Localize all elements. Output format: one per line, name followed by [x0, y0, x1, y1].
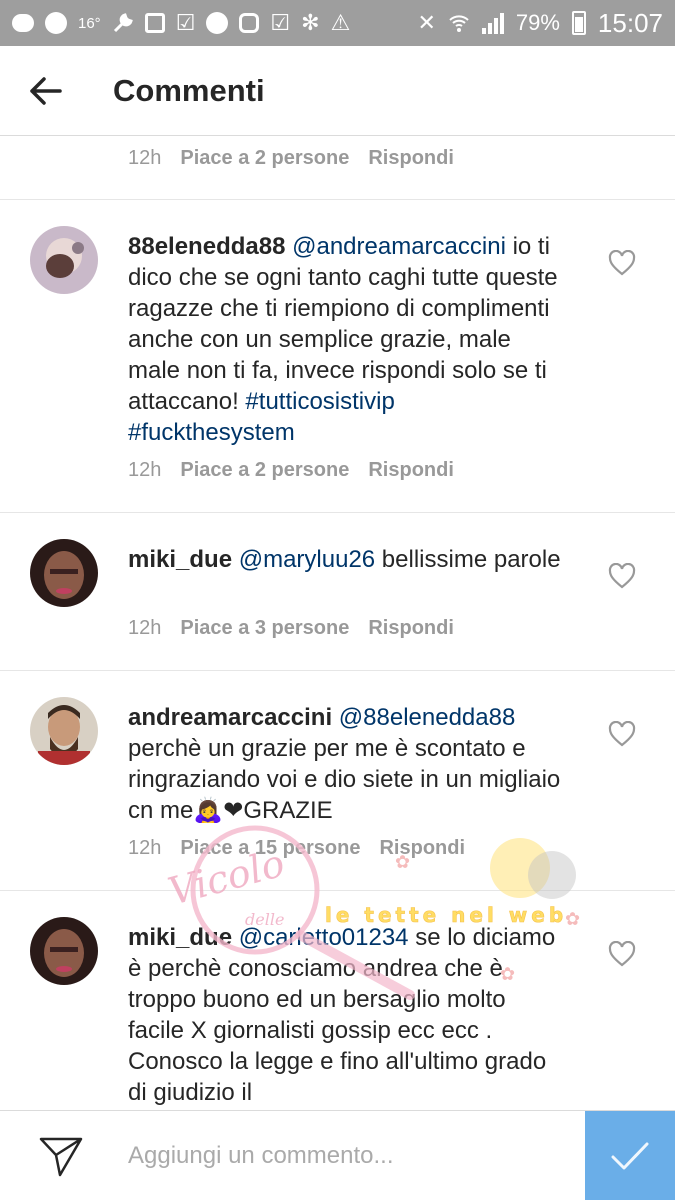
- comment-body: se lo diciamo è perchè conosciamo andrea…: [128, 924, 556, 1106]
- comment-text: miki_due @carletto01234 se lo diciamo è …: [128, 922, 568, 1108]
- chat-bubble-icon: [12, 14, 34, 32]
- reply-button[interactable]: Rispondi: [379, 837, 465, 860]
- arrow-left-icon: [30, 76, 62, 105]
- avatar[interactable]: [30, 539, 98, 607]
- comment-mention[interactable]: @88elenedda88: [339, 704, 516, 731]
- comment-username[interactable]: 88elenedda88: [128, 233, 285, 260]
- comment-item: miki_due @carletto01234 se lo diciamo è …: [0, 891, 675, 1110]
- comment-time: 12h: [128, 147, 162, 169]
- comment-input[interactable]: [128, 1131, 568, 1181]
- reply-button[interactable]: Rispondi: [368, 459, 454, 482]
- avatar[interactable]: [30, 697, 98, 765]
- temperature: 16°: [78, 14, 101, 32]
- comment-mention[interactable]: @andreamarcaccini: [292, 233, 506, 260]
- avatar[interactable]: [30, 917, 98, 985]
- comment-time: 12h: [128, 837, 162, 859]
- reply-button[interactable]: Rispondi: [368, 617, 454, 640]
- likes-count-link[interactable]: Piace a 2 persone: [180, 147, 349, 170]
- wrench-icon: [112, 12, 134, 34]
- comment-item: miki_due @maryluu26 bellissime parole 12…: [0, 513, 675, 671]
- mute-icon: ✕: [417, 10, 436, 35]
- checkmark-icon: [611, 1142, 649, 1170]
- likes-count-link[interactable]: Piace a 2 persone: [180, 459, 349, 482]
- comment-text: 88elenedda88 @andreamarcaccini io ti dic…: [128, 231, 568, 448]
- checklist-icon: ☑: [175, 10, 196, 35]
- gallery-icon: [144, 13, 165, 33]
- status-bar: 16° ☑ ☑ ✻ ⚠ ✕ 79% 15:07: [0, 0, 675, 46]
- comment-meta: 12h Piace a 2 persone Rispondi: [128, 147, 454, 170]
- comment-list[interactable]: 12h Piace a 2 persone Rispondi 88elenedd…: [0, 137, 675, 1110]
- warning-icon: ⚠: [330, 10, 351, 35]
- comment-time: 12h: [128, 459, 162, 481]
- heart-icon[interactable]: [608, 563, 636, 589]
- instagram-icon: [239, 13, 260, 33]
- back-button[interactable]: [0, 46, 90, 136]
- checklist-icon-2: ☑: [270, 10, 291, 35]
- comment-body: bellissime parole: [375, 546, 561, 573]
- comment-mention[interactable]: @carletto01234: [239, 924, 409, 951]
- comment-meta: 12h Piace a 3 persone Rispondi: [128, 617, 454, 640]
- comment-username[interactable]: miki_due: [128, 546, 232, 573]
- messenger-icon-2: [206, 12, 229, 34]
- reply-button[interactable]: Rispondi: [368, 147, 454, 170]
- likes-count-link[interactable]: Piace a 15 persone: [180, 837, 360, 860]
- submit-comment-button[interactable]: [585, 1111, 675, 1200]
- comment-time: 12h: [128, 617, 162, 639]
- clock: 15:07: [597, 7, 663, 38]
- comment-composer: [0, 1110, 675, 1200]
- heart-icon[interactable]: [608, 721, 636, 747]
- wifi-icon: [448, 12, 470, 34]
- comment-mention[interactable]: @maryluu26: [239, 546, 375, 573]
- header: Commenti: [0, 46, 675, 136]
- page-title: Commenti: [113, 72, 265, 108]
- comment-item: 88elenedda88 @andreamarcaccini io ti dic…: [0, 200, 675, 513]
- battery-percent: 79%: [515, 10, 560, 35]
- battery-icon: [571, 11, 586, 35]
- comment-text: andreamarcaccini @88elenedda88 perchè un…: [128, 702, 568, 826]
- comment-meta: 12h Piace a 15 persone Rispondi: [128, 837, 465, 860]
- comment-text: miki_due @maryluu26 bellissime parole: [128, 544, 568, 575]
- comment-meta: 12h Piace a 2 persone Rispondi: [128, 459, 454, 482]
- signal-icon: [481, 12, 504, 34]
- flower-icon: ✻: [301, 10, 320, 35]
- likes-count-link[interactable]: Piace a 3 persone: [180, 617, 349, 640]
- avatar[interactable]: [30, 226, 98, 294]
- messenger-icon: [45, 12, 67, 34]
- heart-icon[interactable]: [608, 250, 636, 276]
- comment-username[interactable]: miki_due: [128, 924, 232, 951]
- comment-username[interactable]: andreamarcaccini: [128, 704, 332, 731]
- comment-item: andreamarcaccini @88elenedda88 perchè un…: [0, 671, 675, 891]
- comment-previous: 12h Piace a 2 persone Rispondi: [0, 137, 675, 200]
- send-icon[interactable]: [38, 1135, 84, 1177]
- heart-icon[interactable]: [608, 941, 636, 967]
- comment-body: perchè un grazie per me è scontato e rin…: [128, 735, 561, 824]
